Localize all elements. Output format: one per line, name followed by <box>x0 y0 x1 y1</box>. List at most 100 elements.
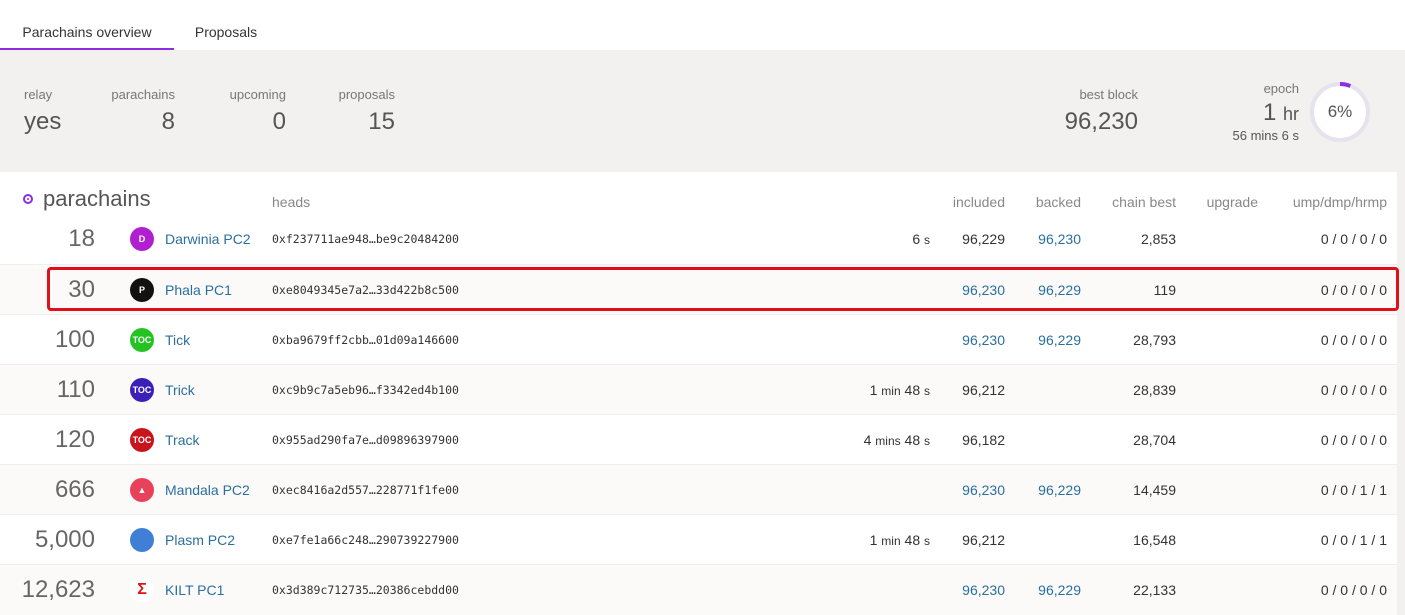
stat-value: 15 <box>368 108 395 135</box>
backed-block-link[interactable]: 96,229 <box>1005 565 1081 615</box>
stat-label: upcoming <box>229 87 286 102</box>
epoch-secs-value: 6 <box>1281 128 1289 143</box>
header-chain-best: chain best <box>1112 194 1176 210</box>
ump-dmp-hrmp: 0 / 0 / 0 / 0 <box>1320 231 1387 247</box>
parachain-head-hash: 0xc9b9c7a5eb96…f3342ed4b100 <box>272 383 459 397</box>
parachain-id: 666 <box>54 476 95 503</box>
parachains-dot-icon <box>23 194 33 204</box>
stat-label: proposals <box>338 87 395 102</box>
backed-block-link[interactable]: 96,229 <box>1005 265 1081 315</box>
parachain-id: 30 <box>68 276 95 303</box>
parachain-name-link[interactable]: Plasm PC2 <box>165 515 235 565</box>
darwinia-icon: D <box>130 227 154 251</box>
table-row: 120 TOC Track 0x955ad290fa7e…d09896397900 4 … <box>0 414 1397 465</box>
table-row: 100 TOC Tick 0xba9679ff2cbb…01d09a146600 96… <box>0 314 1397 365</box>
header-upgrade: upgrade <box>1206 194 1258 210</box>
parachain-name-link[interactable]: Tick <box>165 315 190 365</box>
epoch-hours-value: 1 <box>1262 99 1277 126</box>
backed-block-link[interactable]: 96,229 <box>1005 465 1081 515</box>
table-row: 666 ▲ Mandala PC2 0xec8416a2d557…228771f1fe… <box>0 464 1397 515</box>
table-row: 5,000 Plasm PC2 0xe7fe1a66c248…29073922790… <box>0 514 1397 565</box>
table-row: 12,623 Σ KILT PC1 0x3d389c712735…20386cebdd… <box>0 564 1397 615</box>
parachain-head-hash: 0x3d389c712735…20386cebdd00 <box>272 583 459 597</box>
plasm-icon <box>130 528 154 552</box>
epoch-remaining: 56 mins 6 s <box>1200 129 1299 143</box>
backed-block-link[interactable]: 96,229 <box>1005 315 1081 365</box>
parachain-name-link[interactable]: Mandala PC2 <box>165 465 250 515</box>
ump-dmp-hrmp: 0 / 0 / 0 / 0 <box>1320 282 1387 298</box>
ump-dmp-hrmp: 0 / 0 / 0 / 0 <box>1320 582 1387 598</box>
included-block: 96,229 <box>962 231 1005 247</box>
tab-parachains-overview[interactable]: Parachains overview <box>0 0 174 50</box>
tab-proposals[interactable]: Proposals <box>174 0 278 50</box>
stat-value: 0 <box>272 108 286 135</box>
time-unit: mins <box>875 434 901 448</box>
time-value: 48 <box>904 382 921 398</box>
parachain-head-hash: 0xe7fe1a66c248…290739227900 <box>272 533 459 547</box>
included-block[interactable]: 96,230 <box>930 315 1005 365</box>
ump-dmp-hrmp: 0 / 0 / 0 / 0 <box>1320 332 1387 348</box>
time-value: 48 <box>904 432 921 448</box>
parachain-name-link[interactable]: KILT PC1 <box>165 565 224 615</box>
chain-best: 14,459 <box>1133 482 1176 498</box>
chain-best: 2,853 <box>1140 231 1176 247</box>
summary-panel: relay yes parachains 8 upcoming 0 propos… <box>0 50 1405 172</box>
chain-best: 28,704 <box>1133 432 1176 448</box>
header-included: included <box>952 194 1005 210</box>
parachains-table: parachains heads included backed chain b… <box>0 172 1397 615</box>
table-title: parachains <box>43 186 151 211</box>
last-update-time: 4 mins 48 s <box>790 415 930 466</box>
last-update-time: 1 min 48 s <box>790 515 930 566</box>
stat-relay: relay yes <box>24 86 61 140</box>
track-icon: TOC <box>130 428 154 452</box>
included-block[interactable]: 96,230 <box>930 565 1005 615</box>
header-backed: backed <box>1035 194 1081 210</box>
epoch-mins-unit: mins <box>1250 128 1279 143</box>
epoch-percent: 6% <box>1327 102 1353 121</box>
stat-value: 8 <box>161 108 175 135</box>
epoch-mins-value: 56 <box>1232 128 1247 143</box>
epoch-hours: 1 hr <box>1200 98 1299 129</box>
time-value: 6 <box>912 231 921 247</box>
backed-block-link[interactable]: 96,230 <box>1005 214 1081 264</box>
parachain-name-link[interactable]: Trick <box>165 365 195 415</box>
stat-parachains: parachains 8 <box>108 86 175 140</box>
stat-epoch: epoch 1 hr 56 mins 6 s <box>1200 80 1299 143</box>
mandala-icon: ▲ <box>130 478 154 502</box>
kilt-icon: Σ <box>130 578 154 602</box>
included-block[interactable]: 96,230 <box>930 465 1005 515</box>
table-header: parachains heads included backed chain b… <box>0 172 1397 214</box>
table-row: 110 TOC Trick 0xc9b9c7a5eb96…f3342ed4b100 1 … <box>0 364 1397 415</box>
tab-bar: Parachains overview Proposals <box>0 0 1405 50</box>
parachain-head-hash: 0xe8049345e7a2…33d422b8c500 <box>272 283 459 297</box>
chain-best: 28,793 <box>1133 332 1176 348</box>
included-block[interactable]: 96,230 <box>930 265 1005 315</box>
parachain-name-link[interactable]: Track <box>165 415 199 465</box>
last-update-time: 1 min 48 s <box>790 365 930 416</box>
chain-best: 22,133 <box>1133 582 1176 598</box>
parachain-head-hash: 0x955ad290fa7e…d09896397900 <box>272 433 459 447</box>
parachain-id: 12,623 <box>21 576 95 603</box>
parachain-head-hash: 0xf237711ae948…be9c20484200 <box>272 232 459 246</box>
time-value: 1 <box>869 532 878 548</box>
trick-icon: TOC <box>130 378 154 402</box>
epoch-hours-unit: hr <box>1282 104 1299 124</box>
chain-best: 16,548 <box>1133 532 1176 548</box>
parachain-id: 100 <box>54 326 95 353</box>
time-value: 48 <box>904 532 921 548</box>
parachain-name-link[interactable]: Phala PC1 <box>165 265 232 315</box>
parachain-name-link[interactable]: Darwinia PC2 <box>165 214 251 264</box>
parachain-id: 18 <box>68 225 95 252</box>
time-value: 1 <box>869 382 878 398</box>
time-unit: min <box>881 534 901 548</box>
ump-dmp-hrmp: 0 / 0 / 1 / 1 <box>1320 532 1387 548</box>
table-row: 18 D Darwinia PC2 0xf237711ae948…be9c204842… <box>0 214 1397 264</box>
parachain-id: 5,000 <box>34 526 95 553</box>
stat-label: relay <box>24 87 53 102</box>
time-unit: min <box>881 384 901 398</box>
stat-proposals: proposals 15 <box>334 86 395 140</box>
header-ump: ump/dmp/hrmp <box>1292 194 1387 210</box>
stat-value: 96,230 <box>1064 108 1138 135</box>
header-heads: heads <box>272 194 311 210</box>
parachain-head-hash: 0xba9679ff2cbb…01d09a146600 <box>272 333 459 347</box>
